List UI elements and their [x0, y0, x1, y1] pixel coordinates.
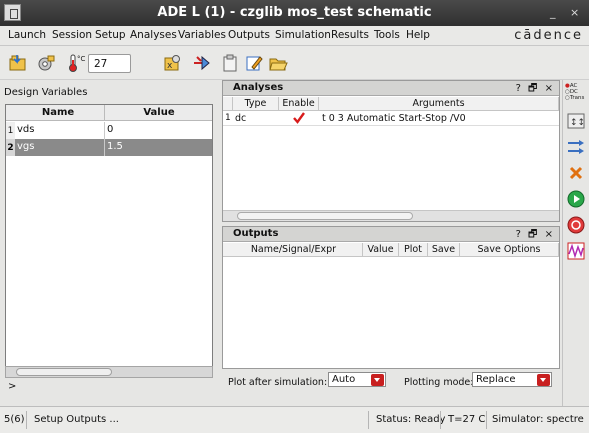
- outputs-title: Outputs: [233, 228, 279, 239]
- plot-options-row: Plot after simulation: Auto Plotting mod…: [222, 371, 560, 393]
- analyses-title-bar: Analyses ? 🗗 ×: [223, 81, 559, 96]
- panel-controls[interactable]: ? 🗗 ×: [516, 227, 555, 244]
- outputs-setup-icon[interactable]: [567, 138, 585, 156]
- menu-help[interactable]: Help: [406, 29, 430, 41]
- open-folder-icon[interactable]: [268, 53, 288, 73]
- plot-after-simulation-label: Plot after simulation:: [228, 377, 328, 388]
- variable-value[interactable]: 1.5: [107, 141, 123, 152]
- setup-gear-icon[interactable]: [36, 53, 56, 73]
- status-simulator: Simulator: spectre: [492, 414, 584, 425]
- design-variables-header: Name Value: [6, 105, 212, 121]
- plot-outputs-icon[interactable]: [567, 242, 585, 260]
- variable-name[interactable]: vds: [17, 124, 34, 135]
- cadence-logo: cādence: [514, 28, 583, 43]
- chevron-down-icon[interactable]: [371, 374, 384, 386]
- panel-controls[interactable]: ? 🗗 ×: [516, 81, 555, 98]
- header-enable[interactable]: Enable: [279, 97, 319, 111]
- clipboard-icon[interactable]: [220, 53, 240, 73]
- menu-tools[interactable]: Tools: [374, 29, 400, 41]
- status-temperature: T=27 C: [448, 414, 486, 425]
- temperature-input[interactable]: 27: [88, 54, 131, 73]
- analyses-title: Analyses: [233, 82, 284, 93]
- command-prompt[interactable]: >: [8, 381, 16, 392]
- design-variables-label: Design Variables: [4, 87, 88, 98]
- enable-checkbox[interactable]: [293, 112, 305, 127]
- header-arguments[interactable]: Arguments: [319, 97, 559, 111]
- status-count: 5(6): [4, 414, 25, 425]
- menu-simulation[interactable]: Simulation: [275, 29, 331, 41]
- header-name-signal-expr[interactable]: Name/Signal/Expr: [223, 243, 363, 257]
- svg-text:↕↕: ↕↕: [570, 118, 585, 128]
- analysis-type[interactable]: dc: [235, 113, 246, 124]
- variable-row-selected[interactable]: 2 vgs 1.5: [6, 139, 212, 156]
- scroll-thumb[interactable]: [237, 212, 413, 220]
- plot-after-simulation-dropdown[interactable]: Auto: [328, 372, 386, 387]
- edit-icon[interactable]: [244, 53, 264, 73]
- row-number: 2: [6, 139, 15, 156]
- svg-text:°C: °C: [77, 55, 86, 63]
- variable-name[interactable]: vgs: [17, 141, 34, 152]
- temperature-icon: °C: [66, 53, 86, 73]
- outputs-title-bar: Outputs ? 🗗 ×: [223, 227, 559, 242]
- variables-copy-icon[interactable]: ↕↕: [567, 112, 585, 130]
- design-variables-hscroll[interactable]: [5, 366, 213, 378]
- scroll-thumb[interactable]: [16, 368, 112, 376]
- menu-session[interactable]: Session: [52, 29, 92, 41]
- status-state: Status: Ready: [376, 414, 446, 425]
- outputs-panel: Outputs ? 🗗 × Name/Signal/Expr Value Plo…: [222, 226, 560, 369]
- header-save[interactable]: Save: [428, 243, 460, 257]
- design-variables-table[interactable]: Name Value 1 vds 0 2 vgs 1.5: [5, 104, 213, 375]
- main-area: Design Variables Name Value 1 vds 0 2 vg…: [0, 80, 589, 406]
- edit-variables-icon[interactable]: x: [162, 53, 182, 73]
- row-number: 1: [225, 113, 231, 123]
- toolbar: °C 27 x: [0, 46, 589, 80]
- variable-row[interactable]: 1 vds 0: [6, 122, 212, 139]
- window-title: ADE L (1) - czglib mos_test schematic: [157, 5, 432, 20]
- menu-launch[interactable]: Launch: [8, 29, 46, 41]
- close-button[interactable]: ×: [570, 6, 579, 19]
- analysis-row[interactable]: 1 dc t 0 3 Automatic Start-Stop /V0: [223, 111, 559, 126]
- stop-simulation-icon[interactable]: [567, 216, 585, 234]
- plotting-mode-dropdown[interactable]: Replace: [472, 372, 552, 387]
- row-number: 1: [6, 122, 15, 139]
- analyses-hscroll[interactable]: [223, 210, 559, 221]
- delete-x-icon[interactable]: [567, 164, 585, 182]
- status-message: Setup Outputs ...: [34, 414, 119, 425]
- plotting-mode-label: Plotting mode:: [404, 377, 474, 388]
- dropdown-value: Auto: [332, 374, 356, 385]
- menu-results[interactable]: Results: [331, 29, 369, 41]
- header-save-options[interactable]: Save Options: [460, 243, 559, 257]
- load-state-icon[interactable]: [8, 53, 28, 73]
- header-value[interactable]: Value: [106, 107, 212, 118]
- outputs-probe-icon[interactable]: [192, 53, 212, 73]
- ac-dc-trans-icon[interactable]: ●AC ○DC ○Trans: [565, 83, 587, 107]
- status-bar: 5(6) Setup Outputs ... Status: Ready T=2…: [0, 406, 589, 433]
- title-bar: ADE L (1) - czglib mos_test schematic _ …: [0, 0, 589, 26]
- menu-setup[interactable]: Setup: [95, 29, 126, 41]
- dropdown-value: Replace: [476, 374, 516, 385]
- svg-text:x: x: [167, 61, 173, 71]
- minimize-button[interactable]: _: [550, 6, 556, 19]
- variable-value[interactable]: 0: [107, 124, 113, 135]
- header-name[interactable]: Name: [14, 107, 102, 118]
- analyses-panel: Analyses ? 🗗 × Type Enable Arguments 1 d…: [222, 80, 560, 222]
- menu-bar: Launch Session Setup Analyses Variables …: [0, 26, 589, 46]
- menu-outputs[interactable]: Outputs: [228, 29, 270, 41]
- menu-variables[interactable]: Variables: [178, 29, 226, 41]
- right-toolbar: ●AC ○DC ○Trans ↕↕: [562, 80, 589, 406]
- header-plot[interactable]: Plot: [399, 243, 428, 257]
- analysis-arguments[interactable]: t 0 3 Automatic Start-Stop /V0: [322, 113, 466, 124]
- run-simulation-icon[interactable]: [567, 190, 585, 208]
- chevron-down-icon[interactable]: [537, 374, 550, 386]
- header-value[interactable]: Value: [363, 243, 399, 257]
- menu-analyses[interactable]: Analyses: [130, 29, 177, 41]
- header-type[interactable]: Type: [233, 97, 279, 111]
